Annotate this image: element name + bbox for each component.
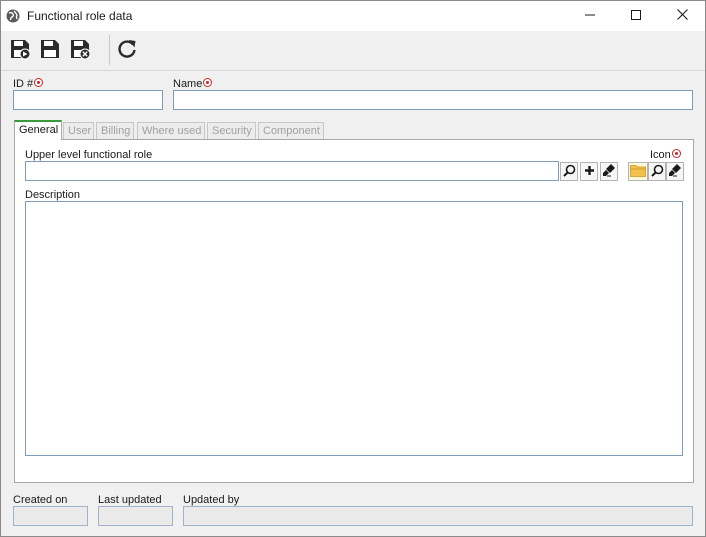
- upper-level-label: Upper level functional role: [25, 149, 153, 161]
- save-button[interactable]: [37, 37, 63, 63]
- refresh-button[interactable]: [114, 37, 140, 63]
- icon-search-button[interactable]: [648, 162, 666, 181]
- name-field[interactable]: [173, 90, 693, 110]
- id-field[interactable]: [13, 90, 163, 110]
- eraser-icon: [602, 163, 616, 180]
- icon-picker-button[interactable]: [628, 162, 648, 181]
- description-field[interactable]: [25, 201, 683, 456]
- required-icon: [671, 149, 681, 158]
- clear-button[interactable]: [600, 162, 618, 181]
- title-bar[interactable]: Functional role data: [1, 1, 705, 31]
- last-updated-field: [98, 506, 173, 526]
- icon-label: Icon: [650, 149, 681, 161]
- close-button[interactable]: [659, 1, 705, 31]
- window-title: Functional role data: [27, 9, 133, 23]
- created-on-field: [13, 506, 88, 526]
- minimize-button[interactable]: [567, 1, 613, 31]
- toolbar-separator: [109, 35, 110, 65]
- save-close-icon: [69, 38, 91, 63]
- refresh-icon: [116, 38, 138, 63]
- updated-by-label: Updated by: [183, 494, 240, 506]
- eraser-icon: [668, 163, 682, 180]
- name-label: Name: [173, 78, 213, 90]
- tab-general[interactable]: General: [14, 120, 62, 140]
- required-icon: [34, 78, 44, 87]
- icon-clear-button[interactable]: [666, 162, 684, 181]
- minimize-icon: [585, 10, 595, 23]
- general-tab-panel: Upper level functional role Icon Descrip…: [14, 139, 694, 483]
- functional-role-window: Functional role data ID # Name General U…: [0, 0, 706, 537]
- search-button[interactable]: [560, 162, 578, 181]
- search-icon: [562, 164, 576, 180]
- save-new-icon: [9, 38, 31, 63]
- maximize-icon: [631, 9, 641, 23]
- description-label: Description: [25, 189, 81, 201]
- last-updated-label: Last updated: [98, 494, 162, 506]
- tab-billing[interactable]: Billing: [96, 122, 134, 139]
- plus-icon: [584, 165, 595, 179]
- toolbar: [1, 31, 705, 71]
- upper-level-field[interactable]: [25, 161, 559, 181]
- save-and-new-button[interactable]: [7, 37, 33, 63]
- globe-icon: [6, 9, 20, 23]
- required-icon: [203, 78, 213, 87]
- save-and-close-button[interactable]: [67, 37, 93, 63]
- search-icon: [650, 164, 664, 180]
- created-on-label: Created on: [13, 494, 68, 506]
- save-icon: [39, 38, 61, 63]
- add-button[interactable]: [580, 162, 598, 181]
- close-icon: [676, 9, 688, 23]
- tab-component[interactable]: Component: [258, 122, 324, 139]
- tab-user[interactable]: User: [63, 122, 94, 139]
- id-label: ID #: [13, 78, 44, 90]
- tab-security[interactable]: Security: [207, 122, 256, 139]
- updated-by-field: [183, 506, 693, 526]
- folder-icon: [630, 164, 646, 180]
- maximize-button[interactable]: [613, 1, 659, 31]
- tab-where-used[interactable]: Where used: [137, 122, 205, 139]
